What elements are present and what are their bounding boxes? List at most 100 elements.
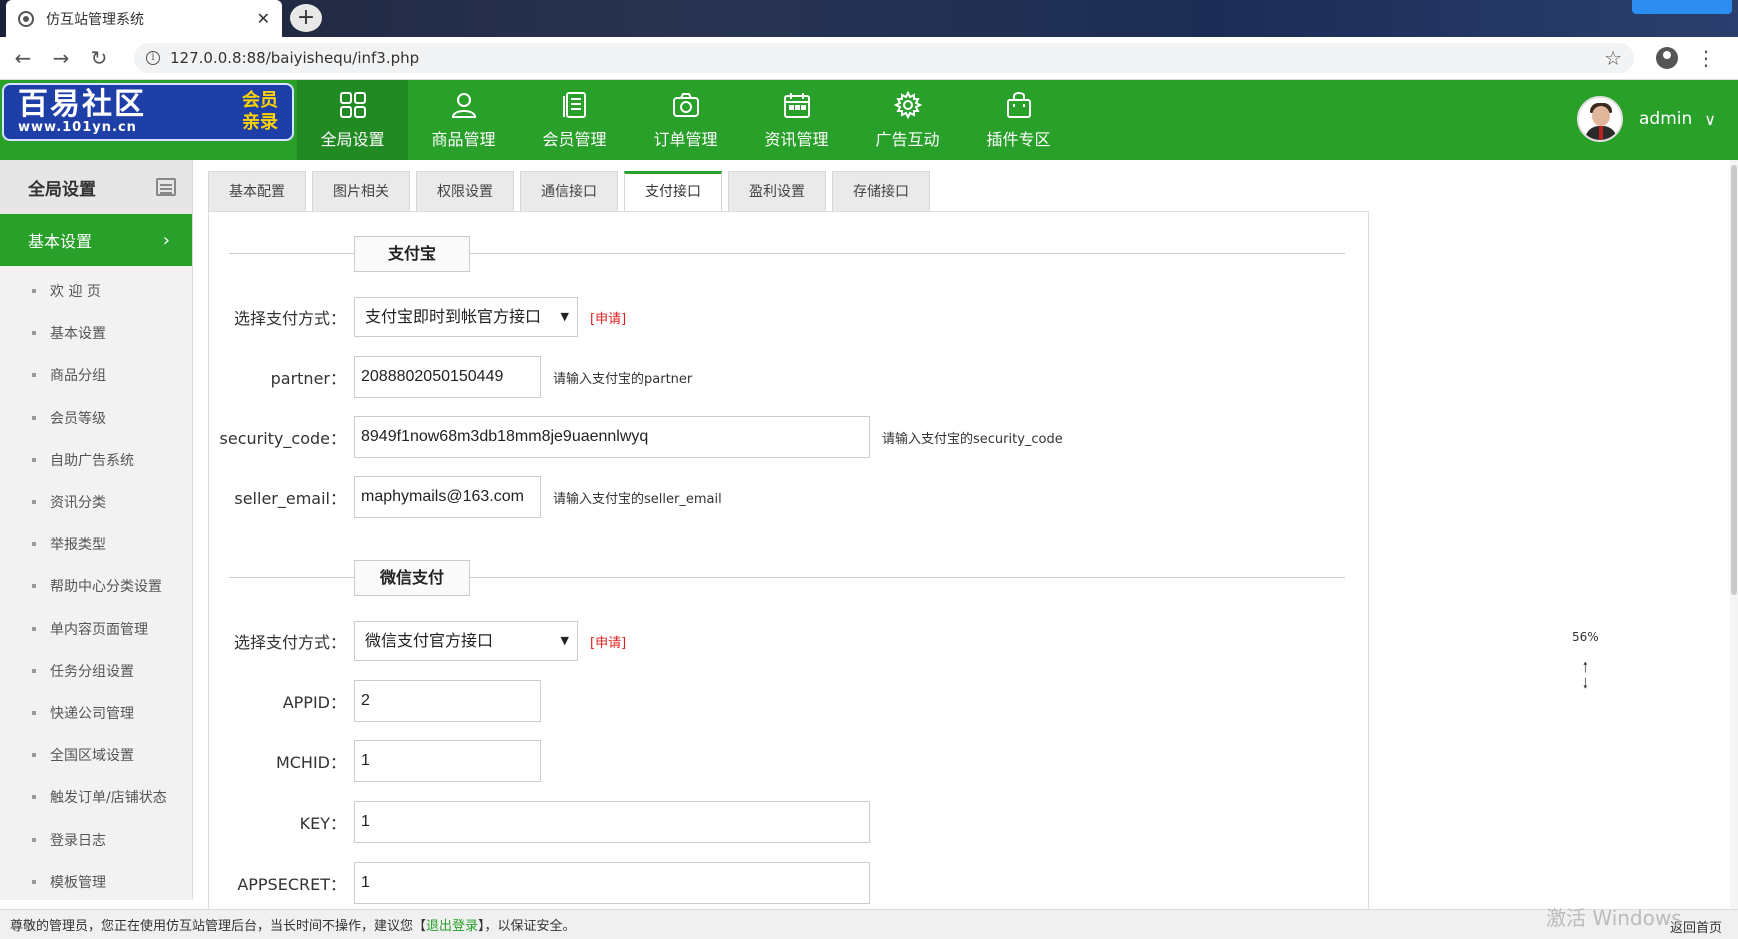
tab-profit[interactable]: 盈利设置 — [728, 171, 826, 211]
partner-row: partner： 2088802050150449 请输入支付宝的partner — [209, 356, 692, 398]
footer-text-before: 尊敬的管理员，您正在使用仿互站管理后台，当长时间不操作，建议您【 — [10, 919, 427, 934]
logo-side-top: 会员 — [242, 90, 278, 111]
wechat-apply-link[interactable]: [申请] — [590, 632, 626, 651]
nav-label: 商品管理 — [431, 130, 496, 149]
chevron-down-icon[interactable]: ∨ — [1704, 110, 1716, 129]
sidebar-item[interactable]: 欢 迎 页 — [0, 270, 192, 312]
tab-storage[interactable]: 存储接口 — [832, 171, 930, 211]
appid-input[interactable]: 2 — [354, 680, 541, 722]
sidebar-item[interactable]: 资讯分类 — [0, 481, 192, 523]
sidebar-item-label: 资讯分类 — [50, 495, 106, 512]
sidebar-item-label: 登录日志 — [50, 832, 106, 849]
appid-label: APPID： — [282, 693, 346, 712]
sidebar-item-label: 单内容页面管理 — [50, 621, 148, 638]
user-menu[interactable]: admin ∨ — [1577, 96, 1716, 142]
seller-email-label: seller_email： — [234, 489, 346, 508]
seller-email-hint: 请输入支付宝的seller_email — [553, 491, 722, 507]
sidebar-item-label: 商品分组 — [50, 368, 106, 385]
tab-communication[interactable]: 通信接口 — [520, 171, 618, 211]
security-code-input[interactable]: 8949f1now68m3db18mm8je9uaennlwyq — [354, 416, 870, 458]
sidebar-item-label: 触发订单/店铺状态 — [50, 790, 167, 807]
logo-main-text: 百易社区 — [18, 86, 146, 122]
mchid-label: MCHID： — [275, 753, 346, 772]
nav-global-settings[interactable]: 全局设置 — [297, 80, 408, 160]
user-icon — [451, 93, 476, 118]
bag-icon — [1006, 92, 1031, 118]
zoom-indicator: 56% — [1572, 630, 1599, 644]
wechat-method-select[interactable]: 微信支付官方接口 ▼ — [354, 621, 578, 661]
nav-member-management[interactable]: 会员管理 — [519, 80, 630, 160]
seller-email-input[interactable]: maphymails@163.com — [354, 476, 541, 518]
sidebar-item[interactable]: 自助广告系统 — [0, 439, 192, 481]
nav-label: 全局设置 — [320, 130, 385, 149]
sidebar-item[interactable]: 举报类型 — [0, 523, 192, 565]
sidebar-item[interactable]: 基本设置 — [0, 312, 192, 354]
reload-icon[interactable]: ↻ — [84, 43, 114, 73]
upload-badge[interactable] — [1632, 0, 1732, 14]
settings-tabs: 基本配置 图片相关 权限设置 通信接口 支付接口 盈利设置 存储接口 — [208, 171, 936, 212]
tab-image[interactable]: 图片相关 — [312, 171, 410, 211]
sidebar-item[interactable]: 任务分组设置 — [0, 650, 192, 692]
payment-panel: 支付宝 选择支付方式： 支付宝即时到帐官方接口 ▼ [申请] partner： … — [208, 211, 1369, 911]
site-logo[interactable]: 百易社区 www.101yn.cn 会员 亲录 — [2, 83, 294, 141]
sidebar-item[interactable]: 帮助中心分类设置 — [0, 565, 192, 607]
key-row: KEY： 1 — [209, 801, 870, 843]
browser-tab[interactable]: 仿互站管理系统 ✕ — [6, 0, 282, 37]
kebab-menu-icon[interactable]: ⋮ — [1696, 46, 1716, 70]
key-label: KEY： — [299, 814, 346, 833]
alipay-apply-link[interactable]: [申请] — [590, 308, 626, 327]
mchid-row: MCHID： 1 — [209, 740, 541, 782]
star-icon[interactable]: ☆ — [1604, 46, 1622, 70]
sidebar-item[interactable]: 模板管理 — [0, 861, 192, 903]
avatar[interactable] — [1577, 96, 1623, 142]
sidebar-item-label: 模板管理 — [50, 874, 106, 891]
mchid-input[interactable]: 1 — [354, 740, 541, 782]
nav-plugins[interactable]: 插件专区 — [963, 80, 1074, 160]
forward-arrow-icon[interactable]: → — [46, 43, 76, 73]
wechat-section-title: 微信支付 — [354, 560, 470, 596]
nav-news-management[interactable]: 资讯管理 — [741, 80, 852, 160]
key-input[interactable]: 1 — [354, 801, 870, 843]
seller-email-row: seller_email： maphymails@163.com 请输入支付宝的… — [209, 476, 722, 518]
sidebar-item[interactable]: 快递公司管理 — [0, 692, 192, 734]
sidebar-toggle-icon[interactable] — [156, 178, 176, 196]
new-tab-button[interactable]: + — [290, 4, 322, 32]
sidebar-group-basic[interactable]: 基本设置 › — [0, 214, 192, 266]
partner-label: partner： — [270, 369, 346, 388]
scroll-arrows-icon[interactable]: 🠑 🠓 — [1572, 660, 1599, 692]
nav-label: 广告互动 — [875, 130, 940, 149]
nav-ad-interaction[interactable]: 广告互动 — [852, 80, 963, 160]
partner-input[interactable]: 2088802050150449 — [354, 356, 541, 398]
sidebar-item[interactable]: 商品分组 — [0, 354, 192, 396]
nav-product-management[interactable]: 商品管理 — [408, 80, 519, 160]
profile-icon[interactable] — [1656, 47, 1678, 69]
sidebar-item[interactable]: 登录日志 — [0, 818, 192, 860]
nav-order-management[interactable]: 订单管理 — [630, 80, 741, 160]
appsecret-input[interactable]: 1 — [354, 862, 870, 904]
info-icon[interactable]: i — [146, 51, 160, 65]
sidebar-item-label: 全国区域设置 — [50, 748, 134, 765]
logout-link[interactable]: 退出登录 — [426, 915, 478, 934]
close-icon[interactable]: ✕ — [257, 9, 270, 28]
back-arrow-icon[interactable]: ← — [8, 43, 38, 73]
sidebar-item-label: 自助广告系统 — [50, 452, 134, 469]
sidebar-item[interactable]: 单内容页面管理 — [0, 608, 192, 650]
dropdown-arrow-icon: ▼ — [560, 310, 569, 323]
username: admin — [1639, 109, 1693, 129]
url-field[interactable]: i 127.0.0.8:88/baiyishequ/inf3.php ☆ — [134, 43, 1634, 73]
logo-side-bottom: 亲录 — [242, 112, 278, 133]
appsecret-row: APPSECRET： 1 — [209, 862, 870, 904]
tab-permission[interactable]: 权限设置 — [416, 171, 514, 211]
tab-basic-config[interactable]: 基本配置 — [208, 171, 306, 211]
sidebar-item[interactable]: 会员等级 — [0, 397, 192, 439]
scrollbar-thumb[interactable] — [1731, 165, 1737, 595]
sidebar-item[interactable]: 全国区域设置 — [0, 734, 192, 776]
sidebar-item-label: 快递公司管理 — [50, 705, 134, 722]
alipay-method-select[interactable]: 支付宝即时到帐官方接口 ▼ — [354, 297, 578, 337]
tab-payment[interactable]: 支付接口 — [624, 171, 722, 212]
nav-label: 插件专区 — [986, 130, 1051, 149]
float-tools: 56% 🠑 🠓 — [1572, 630, 1599, 708]
partner-hint: 请输入支付宝的partner — [553, 371, 693, 387]
sidebar-item[interactable]: 触发订单/店铺状态 — [0, 776, 192, 818]
camera-icon — [672, 93, 699, 117]
